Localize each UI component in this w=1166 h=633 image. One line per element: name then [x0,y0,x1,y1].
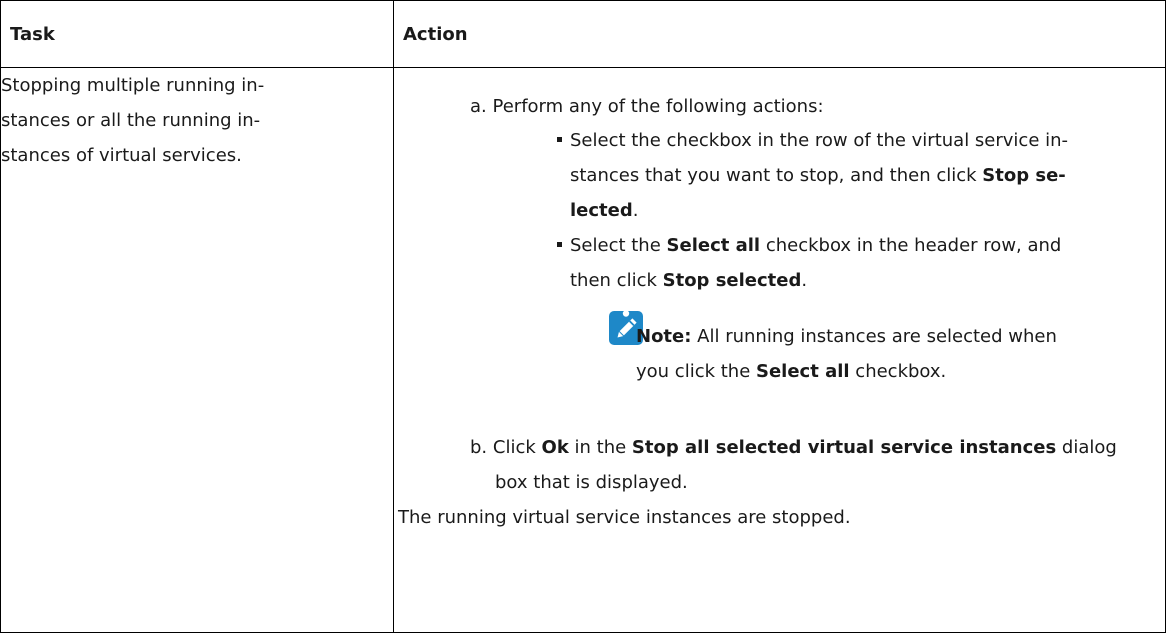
task-line-1: Stopping multiple running in- [1,75,265,96]
action-cell: a. Perform any of the following actions:… [393,67,1166,633]
header-task: Task [0,0,394,68]
note-line-2: you click the Select all checkbox. [636,361,947,382]
note-line-1: Note: All running instances are selected… [636,326,1057,347]
table-header-row: Task Action [0,0,1166,68]
header-action: Action [393,0,1166,68]
bullet-marker [557,136,562,142]
task-line-2: stances or all the running in- [1,110,261,131]
step-a-marker: a. [470,96,487,117]
bullet-item-2-line-2: then click Stop selected. [570,270,808,291]
bullet-item-1-line-2: stances that you want to stop, and then … [570,165,1066,186]
step-a-text: Perform any of the following actions: [492,96,824,117]
table-row: Stopping multiple running in- stances or… [0,67,1166,633]
task-line-3: stances of virtual services. [1,145,242,166]
task-cell: Stopping multiple running in- stances or… [0,67,394,633]
step-b-marker: b. [470,437,488,458]
bullet-marker [557,241,562,247]
result-text: The running virtual service instances ar… [398,507,851,528]
task-action-table: Task Action Stopping multiple running in… [0,0,1166,633]
bullet-item-2-line-1: Select the Select all checkbox in the he… [557,228,1061,263]
step-b-line-1: b. Click Ok in the Stop all selected vir… [470,437,1117,458]
step-a: a. Perform any of the following actions: [470,89,824,124]
bullet-item-1-line-3: lected. [570,200,639,221]
bullet-item-1-line-1: Select the checkbox in the row of the vi… [557,123,1068,158]
step-b-line-2: box that is displayed. [495,472,688,493]
note-label: Note: [636,326,692,347]
